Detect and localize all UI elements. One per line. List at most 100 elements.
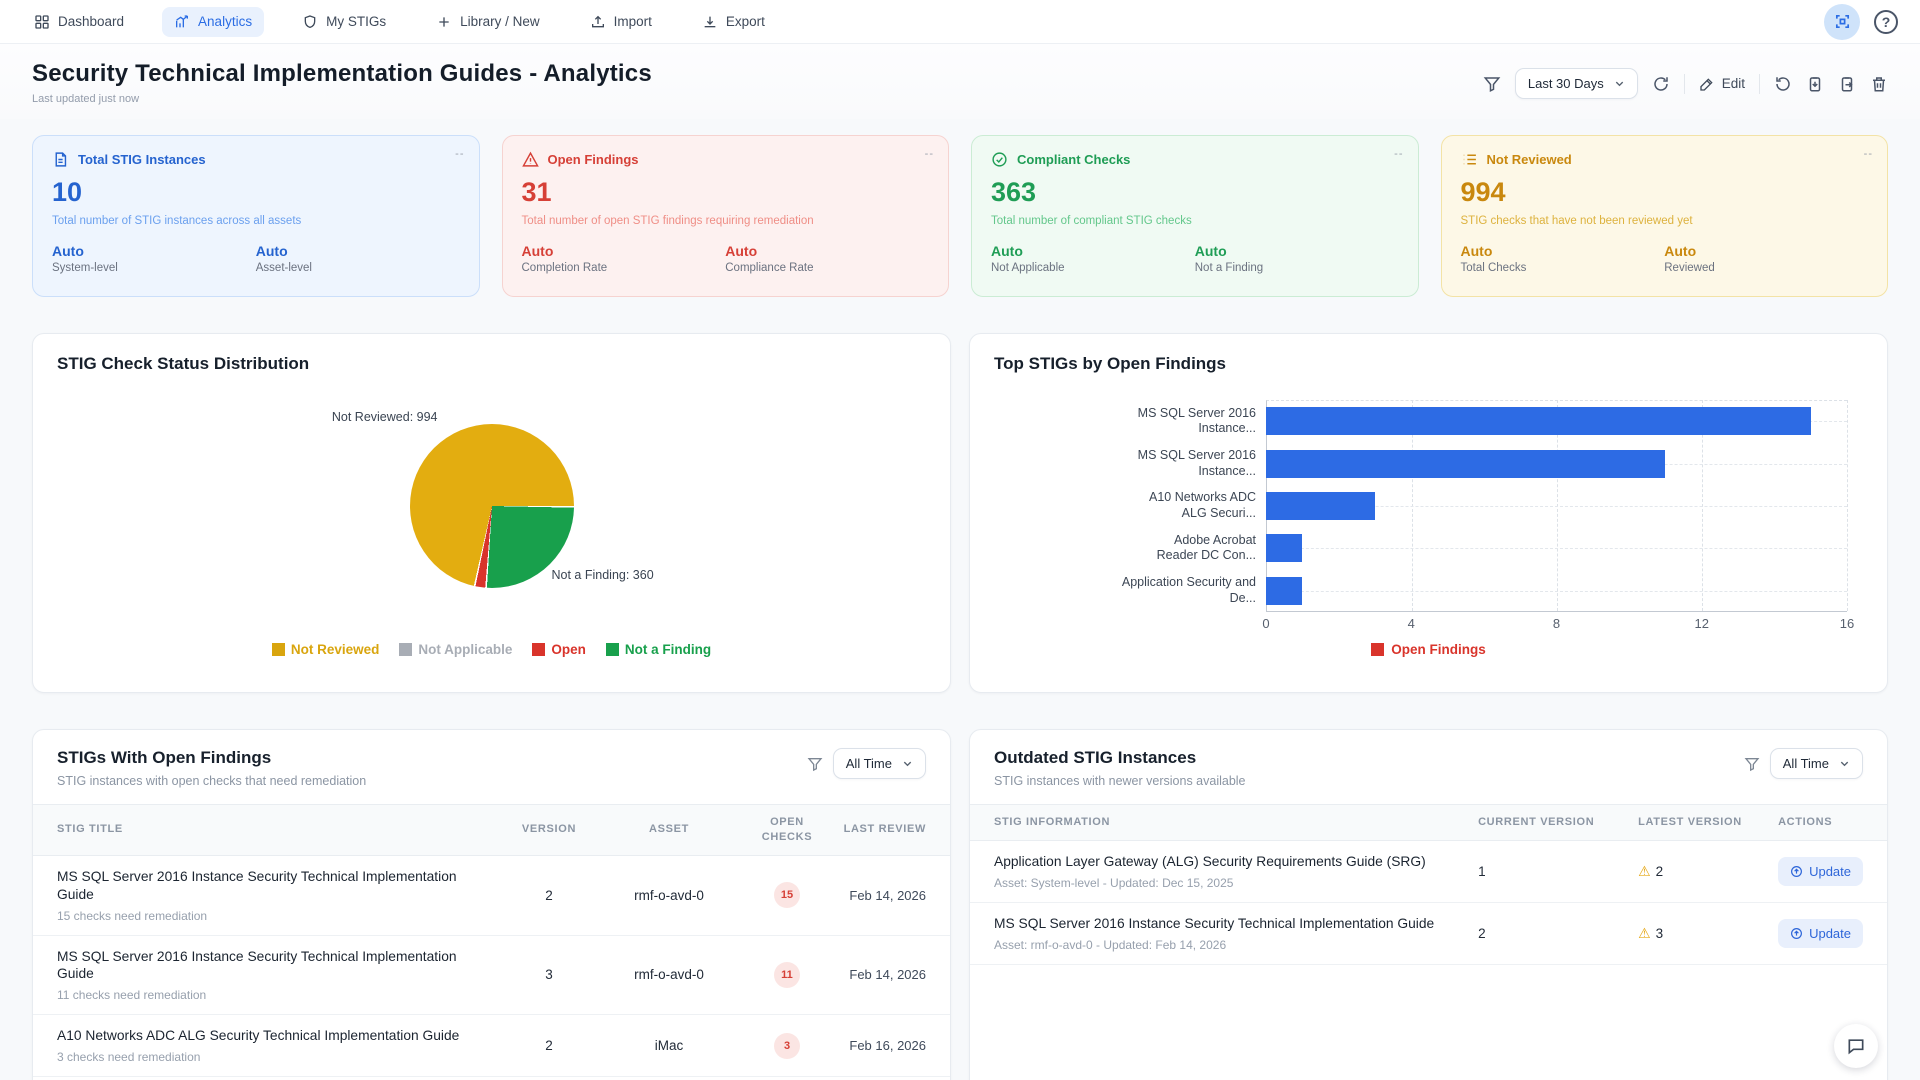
axis-tick: 16 xyxy=(1840,616,1854,631)
bar-axis: 0481216 xyxy=(1266,612,1847,634)
nav-analytics[interactable]: Analytics xyxy=(162,7,264,37)
stig-title: Application Layer Gateway (ALG) Security… xyxy=(994,853,1462,871)
bar[interactable] xyxy=(1266,577,1302,605)
filter-funnel-icon[interactable] xyxy=(1483,75,1501,93)
column-header: ACTIONS xyxy=(1770,805,1887,841)
table-subtitle: STIG instances with newer versions avail… xyxy=(994,774,1246,788)
table-row[interactable]: Application Layer Gateway (ALG) Security… xyxy=(970,840,1887,902)
time-filter-select[interactable]: All Time xyxy=(1770,748,1863,779)
version-cell: 2 xyxy=(504,855,594,935)
bar-row: MS SQL Server 2016Instance... xyxy=(994,442,1847,484)
nav-export[interactable]: Export xyxy=(690,7,777,37)
stig-title: MS SQL Server 2016 Instance Security Tec… xyxy=(57,868,496,904)
bar[interactable] xyxy=(1266,492,1375,520)
pie-chart-card: STIG Check Status Distribution Not Revie… xyxy=(32,333,951,693)
pie-label-not-a-finding: Not a Finding: 360 xyxy=(552,568,654,582)
axis-tick: 8 xyxy=(1553,616,1560,631)
column-header: VERSION xyxy=(504,805,594,856)
pie-legend-item[interactable]: Open xyxy=(532,642,586,657)
refresh-icon[interactable] xyxy=(1652,75,1670,93)
help-button[interactable]: ? xyxy=(1874,10,1898,34)
open-checks-badge: 11 xyxy=(774,962,800,988)
stig-title: A10 Networks ADC ALG Security Technical … xyxy=(57,1027,496,1045)
bar[interactable] xyxy=(1266,407,1811,435)
pie-legend-item[interactable]: Not Applicable xyxy=(399,642,512,657)
stat-description: STIG checks that have not been reviewed … xyxy=(1461,215,1869,227)
page-title: Security Technical Implementation Guides… xyxy=(32,60,652,88)
open-findings-table-card: STIGs With Open Findings STIG instances … xyxy=(32,729,951,1080)
update-arrow-icon xyxy=(1790,865,1803,878)
stat-card-compliant-checks: -- Compliant Checks 363 Total number of … xyxy=(971,135,1419,297)
bar-legend-item[interactable]: Open Findings xyxy=(994,642,1863,657)
remediation-note: 15 checks need remediation xyxy=(57,909,496,923)
legend-swatch xyxy=(606,643,619,656)
outdated-instances-table-card: Outdated STIG Instances STIG instances w… xyxy=(969,729,1888,1080)
question-mark-icon: ? xyxy=(1882,14,1891,30)
undo-icon[interactable] xyxy=(1774,75,1792,93)
pie[interactable] xyxy=(410,424,574,588)
card-menu-button[interactable]: -- xyxy=(1864,148,1873,160)
update-button[interactable]: Update xyxy=(1778,919,1863,948)
latest-version-value: 3 xyxy=(1656,926,1664,941)
table-title: Outdated STIG Instances xyxy=(994,748,1246,768)
top-navigation: Dashboard Analytics My STIGs Library / N… xyxy=(0,0,1920,44)
table-row[interactable]: MS SQL Server 2016 Instance Security Tec… xyxy=(33,855,950,935)
card-menu-button[interactable]: -- xyxy=(1394,148,1403,160)
delete-trash-icon[interactable] xyxy=(1870,75,1888,93)
stat-description: Total number of STIG instances across al… xyxy=(52,215,460,227)
date-range-select[interactable]: Last 30 Days xyxy=(1515,68,1638,99)
asset-meta: Asset: System-level - Updated: Dec 15, 2… xyxy=(994,876,1462,890)
stat-card-not-reviewed: -- Not Reviewed 994 STIG checks that hav… xyxy=(1441,135,1889,297)
filter-funnel-icon[interactable] xyxy=(1744,756,1760,772)
table-row[interactable]: A10 Networks ADC ALG Security Technical … xyxy=(33,1015,950,1077)
remediation-note: 3 checks need remediation xyxy=(57,1050,496,1064)
card-menu-button[interactable]: -- xyxy=(925,148,934,160)
bar-chart-title: Top STIGs by Open Findings xyxy=(994,354,1863,374)
nav-import[interactable]: Import xyxy=(578,7,664,37)
bar-row: MS SQL Server 2016Instance... xyxy=(994,400,1847,442)
legend-swatch xyxy=(399,643,412,656)
bar[interactable] xyxy=(1266,450,1665,478)
table-row[interactable]: MS SQL Server 2016 Instance Security Tec… xyxy=(970,902,1887,964)
bar-category-label: MS SQL Server 2016Instance... xyxy=(994,406,1256,437)
bar[interactable] xyxy=(1266,534,1302,562)
check-circle-icon xyxy=(991,151,1008,168)
nav-library-new[interactable]: Library / New xyxy=(424,7,552,37)
pie-chart-title: STIG Check Status Distribution xyxy=(57,354,926,374)
bar-row: A10 Networks ADCALG Securi... xyxy=(994,485,1847,527)
legend-swatch xyxy=(1371,643,1384,656)
pie-legend-item[interactable]: Not Reviewed xyxy=(272,642,380,657)
nav-dashboard[interactable]: Dashboard xyxy=(22,7,136,37)
stat-card-total-instances: -- Total STIG Instances 10 Total number … xyxy=(32,135,480,297)
bar-row: Application Security andDe... xyxy=(994,570,1847,612)
card-menu-button[interactable]: -- xyxy=(455,148,464,160)
asset-cell: rmf-o-avd-0 xyxy=(594,935,744,1015)
warning-icon: ⚠ xyxy=(1638,863,1651,880)
clipboard-import-icon[interactable] xyxy=(1806,75,1824,93)
fullscreen-button[interactable] xyxy=(1824,4,1860,40)
bar-row: Adobe AcrobatReader DC Con... xyxy=(994,527,1847,569)
edit-button[interactable]: Edit xyxy=(1699,76,1745,92)
nav-my-stigs[interactable]: My STIGs xyxy=(290,7,398,37)
open-findings-table: STIG TITLE VERSION ASSET OPEN CHECKS LAS… xyxy=(33,804,950,1080)
chat-button[interactable] xyxy=(1834,1024,1878,1068)
stat-cards-row: -- Total STIG Instances 10 Total number … xyxy=(32,135,1888,297)
column-header: OPEN CHECKS xyxy=(744,805,830,856)
table-row[interactable]: MS SQL Server 2016 Instance Security Tec… xyxy=(33,935,950,1015)
bar-chart-body: MS SQL Server 2016Instance... MS SQL Serv… xyxy=(994,400,1863,612)
bar-category-label: Application Security andDe... xyxy=(994,575,1256,606)
pie-legend-item[interactable]: Not a Finding xyxy=(606,642,711,657)
remediation-note: 11 checks need remediation xyxy=(57,988,496,1002)
open-checks-badge: 15 xyxy=(774,882,800,908)
chevron-down-icon xyxy=(1614,78,1625,89)
stig-title: MS SQL Server 2016 Instance Security Tec… xyxy=(994,915,1462,933)
stat-value: 31 xyxy=(522,177,930,208)
update-button[interactable]: Update xyxy=(1778,857,1863,886)
pie-legend: Not Reviewed Not Applicable Open Not a Find… xyxy=(57,642,926,657)
filter-funnel-icon[interactable] xyxy=(807,756,823,772)
clipboard-export-icon[interactable] xyxy=(1838,75,1856,93)
import-upload-icon xyxy=(590,14,606,30)
chat-bubble-icon xyxy=(1846,1036,1866,1056)
stat-title: Not Reviewed xyxy=(1487,152,1572,167)
time-filter-select[interactable]: All Time xyxy=(833,748,926,779)
